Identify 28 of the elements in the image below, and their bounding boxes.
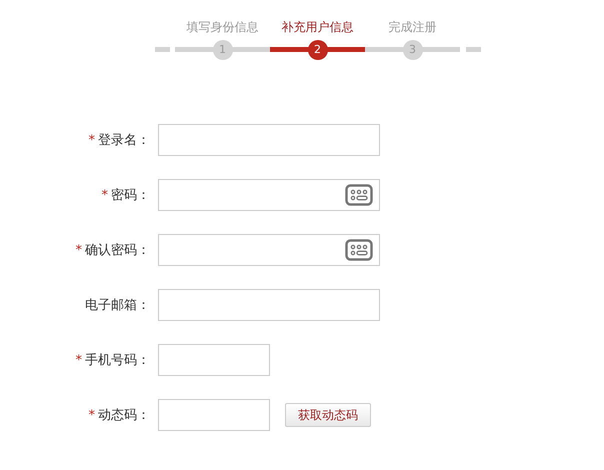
step-number: 1: [212, 40, 232, 60]
input-field[interactable]: [158, 289, 380, 321]
required-mark: *: [88, 133, 95, 148]
step-bar-end: [466, 47, 481, 52]
step-number: 3: [402, 40, 422, 60]
keyboard-icon[interactable]: [345, 239, 373, 261]
step-bar-end: [155, 47, 170, 52]
required-mark: *: [88, 408, 95, 423]
input-field[interactable]: [158, 124, 380, 156]
field-label: 登录名：: [98, 133, 150, 148]
input-field[interactable]: [158, 234, 380, 266]
required-mark: *: [102, 188, 108, 203]
step-label: 完成注册: [388, 19, 436, 36]
keyboard-icon[interactable]: [345, 184, 373, 206]
input-field[interactable]: [158, 179, 380, 211]
field-label: 电子邮箱：: [85, 298, 150, 313]
step-number: 2: [308, 40, 328, 60]
input-field[interactable]: [158, 399, 270, 431]
step-label: 填写身份信息: [186, 19, 258, 36]
step-label: 补充用户信息: [282, 19, 354, 36]
get-code-button[interactable]: 获取动态码: [285, 403, 371, 427]
field-label: 确认密码：: [85, 243, 150, 258]
required-mark: *: [76, 353, 82, 368]
field-label: 动态码：: [98, 408, 150, 423]
required-mark: *: [76, 243, 82, 258]
field-label: 手机号码：: [85, 353, 150, 368]
input-field[interactable]: [158, 344, 270, 376]
field-label: 密码：: [111, 188, 150, 203]
